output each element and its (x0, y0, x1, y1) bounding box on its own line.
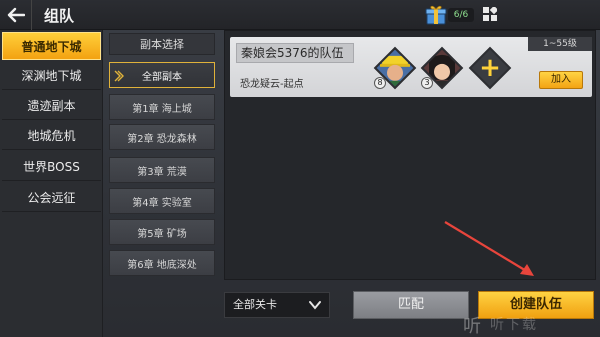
stage-filter-dropdown[interactable]: 全部关卡 (224, 292, 330, 318)
chevron-down-icon (309, 301, 321, 310)
nav-item-dungeon-crisis[interactable]: 地城危机 (2, 122, 101, 150)
team-list-panel: 秦娘会5376的队伍 恐龙疑云-起点 1~55级 8 3 + 加入 (224, 30, 596, 280)
team-card[interactable]: 秦娘会5376的队伍 恐龙疑云-起点 1~55级 8 3 + 加入 (230, 37, 592, 97)
team-member-slot[interactable]: 3 (420, 46, 464, 90)
nav-item-world-boss[interactable]: 世界BOSS (2, 153, 101, 181)
gift-box-icon[interactable] (424, 3, 448, 27)
dungeon-item-chapter-3[interactable]: 第3章 荒漠 (109, 157, 215, 183)
member-level: 3 (421, 77, 433, 89)
top-bar: 组队 6/6 (0, 0, 600, 30)
dungeon-item-chapter-2[interactable]: 第2章 恐龙森林 (109, 124, 215, 150)
category-nav: 普通地下城 深渊地下城 遗迹副本 地城危机 世界BOSS 公会远征 (0, 30, 103, 337)
member-level: 8 (374, 77, 386, 89)
chevron-right-icon (114, 70, 124, 82)
nav-item-guild-expedition[interactable]: 公会远征 (2, 184, 101, 212)
team-name: 秦娘会5376的队伍 (236, 43, 354, 63)
dungeon-select-header: 副本选择 (109, 33, 215, 55)
gift-count: 6/6 (448, 8, 474, 22)
grid-menu-icon[interactable] (483, 7, 497, 21)
dungeon-item-chapter-4[interactable]: 第4章 实验室 (109, 188, 215, 214)
watermark-text: 听下载 (490, 317, 538, 333)
team-member-slot[interactable]: 8 (373, 46, 417, 90)
nav-item-normal-dungeon[interactable]: 普通地下城 (2, 32, 101, 60)
page-title: 组队 (44, 7, 75, 25)
watermark-logo: 听 (463, 316, 481, 337)
dungeon-item-chapter-5[interactable]: 第5章 矿场 (109, 219, 215, 245)
stage-filter-value: 全部关卡 (233, 298, 277, 311)
back-arrow-icon (7, 7, 25, 23)
dungeon-item-chapter-6[interactable]: 第6章 地底深处 (109, 250, 215, 276)
nav-item-abyss-dungeon[interactable]: 深渊地下城 (2, 62, 101, 90)
join-button[interactable]: 加入 (539, 71, 583, 89)
match-button[interactable]: 匹配 (353, 291, 469, 319)
team-location: 恐龙疑云-起点 (240, 79, 304, 90)
dungeon-item-all[interactable]: 全部副本 (109, 62, 215, 88)
back-button[interactable] (0, 0, 32, 30)
plus-icon: + (479, 53, 501, 83)
level-range-badge: 1~55级 (528, 37, 592, 51)
dungeon-item-chapter-1[interactable]: 第1章 海上城 (109, 94, 215, 120)
dungeon-item-label: 全部副本 (142, 71, 182, 83)
nav-item-ruins-raid[interactable]: 遗迹副本 (2, 92, 101, 120)
add-member-slot[interactable]: + (468, 46, 512, 90)
dungeon-select-list: 副本选择 全部副本 第1章 海上城 第2章 恐龙森林 第3章 荒漠 第4章 实验… (106, 30, 221, 280)
